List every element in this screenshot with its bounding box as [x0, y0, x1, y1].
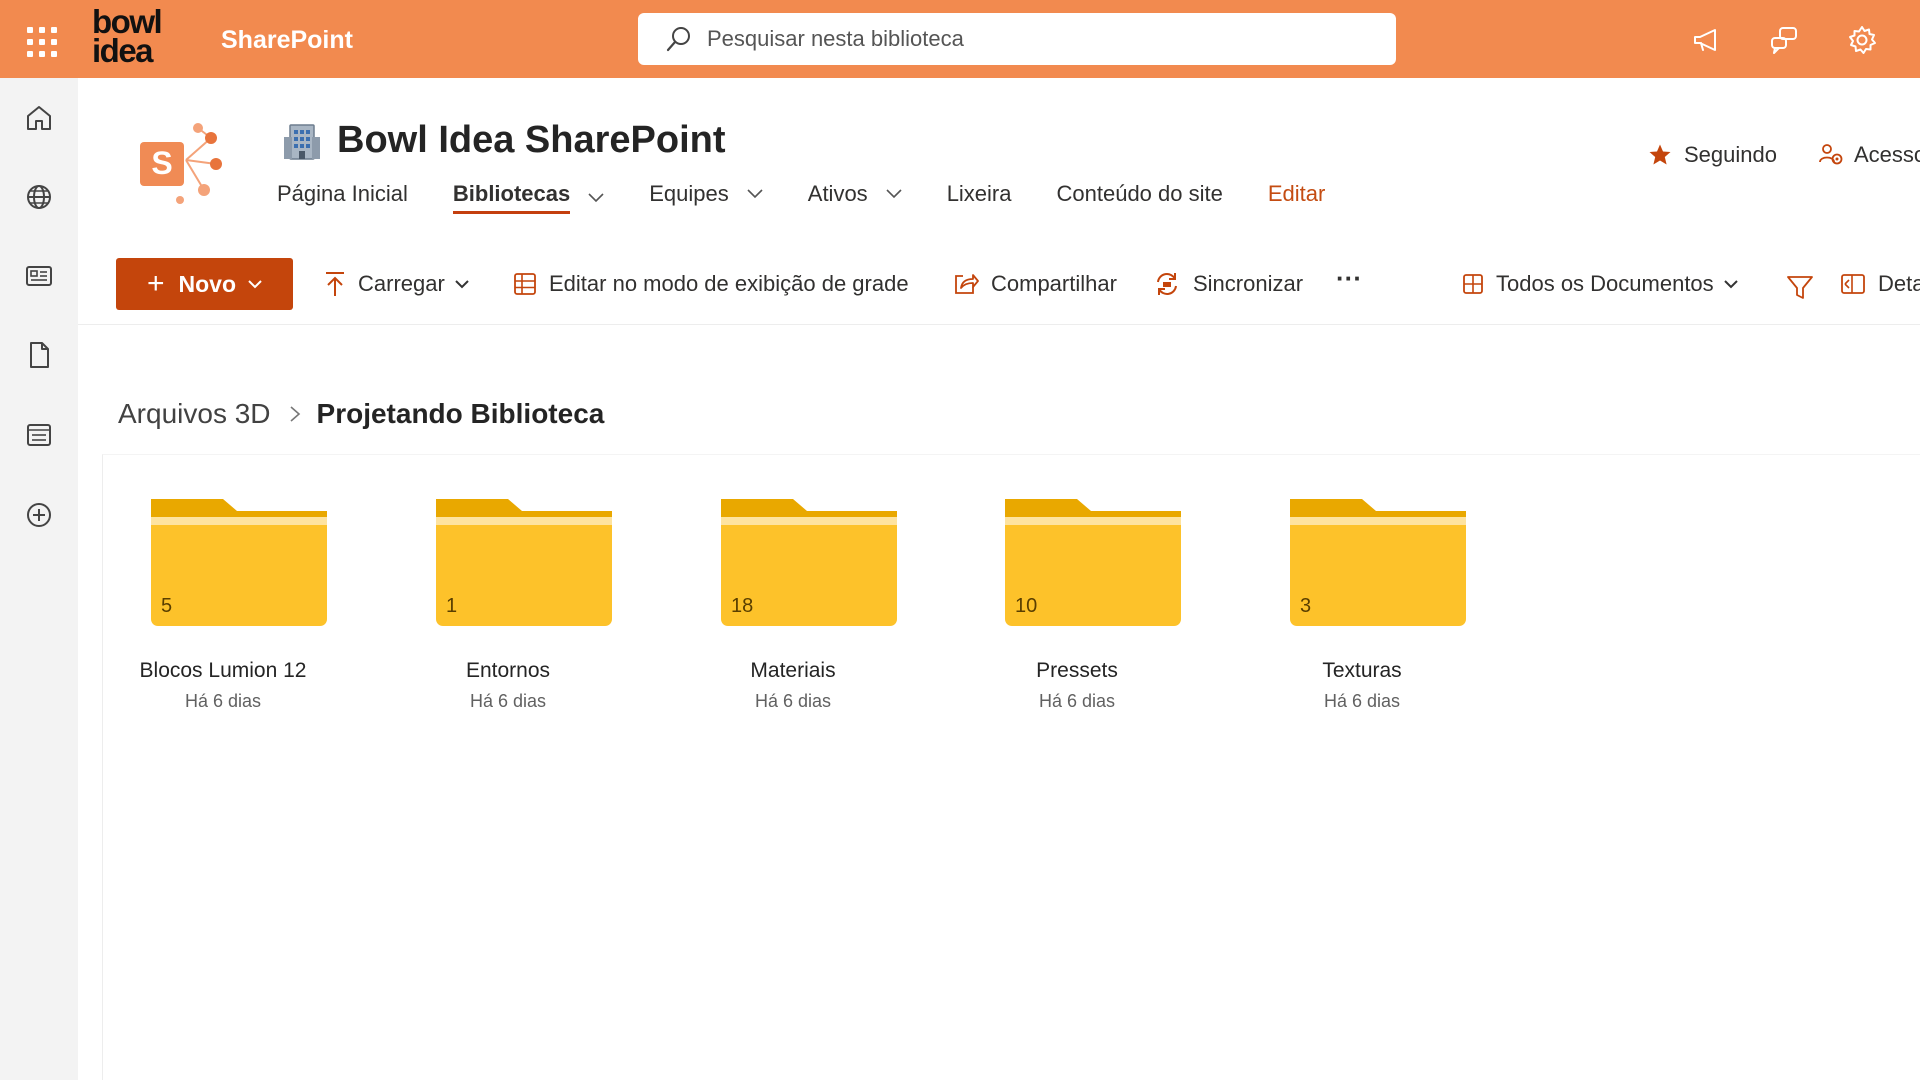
item-count: 5 [161, 595, 173, 617]
modified-date: Há 6 dias [1323, 691, 1401, 711]
folder-grid: 5 Blocos Lumion 12 Há 6 dias 1 Entornos … [102, 454, 1920, 1080]
nav-ativos[interactable]: Ativos [808, 179, 902, 207]
sync-button[interactable]: Sincronizar [1153, 266, 1303, 302]
modified-date: Há 6 dias [1038, 691, 1116, 711]
chevron-down-icon [248, 279, 262, 288]
chat-icon[interactable] [1768, 24, 1800, 56]
folder-name[interactable]: Entornos [388, 659, 628, 683]
folder-name[interactable]: Materiais [673, 659, 913, 683]
share-button[interactable]: Compartilhar [953, 266, 1117, 302]
folder-name[interactable]: Blocos Lumion 12 [103, 659, 343, 683]
item-count: 1 [446, 595, 458, 617]
megaphone-icon[interactable] [1691, 24, 1723, 56]
folder-tile[interactable]: 10 Pressets Há 6 dias [957, 495, 1197, 735]
sync-icon [1157, 273, 1177, 295]
folder-icon [436, 499, 612, 626]
nav-equipes[interactable]: Equipes [649, 179, 763, 207]
site-access-button[interactable]: Acesso [1818, 142, 1920, 168]
site-navigation: Página Inicial Bibliotecas Equipes Ativo… [277, 179, 1370, 225]
site-logo[interactable]: S [136, 118, 226, 208]
breadcrumb-current: Projetando Biblioteca [316, 398, 605, 429]
new-button[interactable]: + Novo [116, 258, 293, 310]
chevron-right-icon [289, 406, 300, 422]
folder-tile[interactable]: 1 Entornos Há 6 dias [388, 495, 628, 735]
modified-date: Há 6 dias [184, 691, 262, 711]
chevron-down-icon [588, 192, 604, 202]
more-options-button[interactable]: ··· [1336, 260, 1362, 296]
list-icon[interactable] [24, 420, 54, 450]
nav-lixeira[interactable]: Lixeira [947, 179, 1012, 207]
document-icon[interactable] [24, 340, 54, 370]
nav-pagina-inicial[interactable]: Página Inicial [277, 179, 408, 207]
folder-tile[interactable]: 3 Texturas Há 6 dias [1242, 495, 1482, 735]
filter-icon[interactable] [1786, 270, 1814, 306]
add-circle-icon[interactable] [24, 500, 54, 530]
upload-button[interactable]: Carregar [324, 266, 469, 302]
breadcrumb: Arquivos 3D Projetando Biblioteca [118, 398, 604, 430]
site-title[interactable]: Bowl Idea SharePoint [337, 119, 726, 162]
table-grid-icon [514, 273, 536, 295]
item-count: 10 [1015, 595, 1038, 617]
building-icon [284, 123, 320, 160]
upload-icon [326, 272, 344, 296]
view-grid-icon [1463, 274, 1483, 294]
search-box[interactable] [638, 13, 1396, 65]
breadcrumb-parent-link[interactable]: Arquivos 3D [118, 398, 271, 430]
follow-button[interactable]: Seguindo [1648, 142, 1777, 168]
view-switcher[interactable]: Todos os Documentos [1462, 266, 1738, 302]
chevron-down-icon [1723, 279, 1738, 288]
nav-conteudo-do-site[interactable]: Conteúdo do site [1057, 179, 1223, 207]
search-input[interactable] [707, 26, 1347, 52]
nav-bibliotecas[interactable]: Bibliotecas [452, 179, 604, 214]
item-count: 18 [731, 595, 754, 617]
suite-header: bowl idea SharePoint [0, 0, 1920, 78]
folder-tile[interactable]: 18 Materiais Há 6 dias [673, 495, 913, 735]
news-icon[interactable] [24, 261, 54, 291]
modified-date: Há 6 dias [469, 691, 547, 711]
search-icon [666, 27, 690, 52]
waffle-icon[interactable] [22, 22, 57, 57]
people-settings-icon [1819, 144, 1843, 165]
folder-name[interactable]: Pressets [957, 659, 1197, 683]
folder-icon [1290, 499, 1466, 626]
nav-editar-link[interactable]: Editar [1268, 179, 1325, 207]
folder-icon [151, 499, 327, 626]
folder-name[interactable]: Texturas [1242, 659, 1482, 683]
command-bar: + Novo Carregar Editar no modo de exibiç… [78, 258, 1920, 310]
gear-icon[interactable] [1846, 24, 1878, 56]
brand-logo[interactable]: bowl idea [92, 5, 172, 71]
site-header: Bowl Idea SharePoint [282, 119, 726, 162]
share-icon [955, 274, 979, 294]
modified-date: Há 6 dias [754, 691, 832, 711]
home-icon[interactable] [24, 103, 54, 133]
chevron-down-icon [886, 189, 902, 199]
main-content: S Bowl Idea SharePoint Página Inicial Bi… [78, 78, 1920, 1080]
command-bar-divider [78, 324, 1920, 325]
details-pane-button[interactable]: Detalhes [1840, 266, 1920, 302]
chevron-down-icon [455, 279, 469, 288]
details-pane-icon [1841, 274, 1865, 294]
star-icon [1649, 144, 1671, 165]
chevron-down-icon [747, 189, 763, 199]
svg-text:S: S [151, 145, 172, 181]
folder-tile[interactable]: 5 Blocos Lumion 12 Há 6 dias [103, 495, 343, 735]
globe-icon[interactable] [24, 182, 54, 212]
app-bar [0, 78, 78, 1080]
edit-grid-view-button[interactable]: Editar no modo de exibição de grade [513, 266, 909, 302]
item-count: 3 [1300, 595, 1312, 617]
plus-icon: + [146, 267, 165, 300]
app-name[interactable]: SharePoint [221, 26, 353, 55]
